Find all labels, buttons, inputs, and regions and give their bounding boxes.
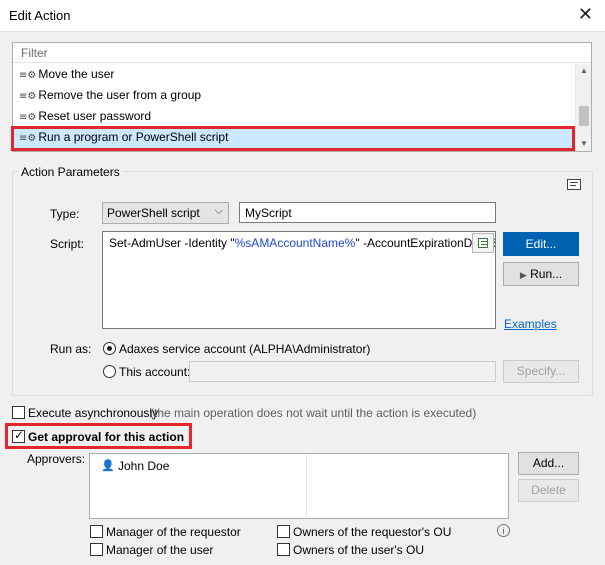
insert-variable-icon[interactable] bbox=[472, 233, 494, 253]
user-icon: 👤 bbox=[101, 459, 115, 472]
manager-requestor-checkbox[interactable] bbox=[90, 525, 103, 538]
list-item[interactable]: ≡⚙ Remove the user from a group bbox=[14, 85, 574, 106]
this-account-radio[interactable] bbox=[103, 365, 116, 378]
add-approver-button[interactable]: Add... bbox=[518, 452, 579, 475]
play-icon: ▶ bbox=[519, 271, 527, 281]
list-item[interactable]: ≡⚙ Reset user password bbox=[14, 106, 574, 127]
title-bar bbox=[0, 0, 605, 32]
window-title: Edit Action bbox=[9, 8, 71, 23]
type-dropdown[interactable]: PowerShell script ⌵ bbox=[102, 202, 229, 224]
specify-button[interactable]: Specify... bbox=[503, 360, 579, 383]
examples-link[interactable]: Examples bbox=[504, 317, 557, 331]
run-as-label: Run as: bbox=[50, 342, 92, 356]
gear-icon: ≡⚙ bbox=[19, 70, 37, 81]
manager-user-label: Manager of the user bbox=[106, 543, 214, 557]
list-scrollbar[interactable]: ▲ ▼ bbox=[575, 64, 591, 151]
manager-requestor-label: Manager of the requestor bbox=[106, 525, 241, 539]
this-account-input[interactable] bbox=[189, 361, 496, 382]
execute-async-label: Execute asynchronously bbox=[28, 406, 159, 420]
service-account-label: Adaxes service account (ALPHA\Administra… bbox=[119, 342, 371, 356]
script-name-input[interactable]: MyScript bbox=[239, 202, 496, 223]
gear-icon: ≡⚙ bbox=[19, 112, 37, 123]
highlight-selected-action bbox=[11, 126, 575, 151]
list-item[interactable]: John Doe bbox=[118, 459, 169, 473]
action-parameters-label: Action Parameters bbox=[18, 165, 123, 179]
execute-async-note: (the main operation does not wait until … bbox=[150, 406, 477, 420]
scroll-up-icon[interactable]: ▲ bbox=[576, 64, 592, 78]
gear-icon: ≡⚙ bbox=[19, 91, 37, 102]
column-divider bbox=[306, 455, 307, 517]
execute-async-checkbox[interactable] bbox=[12, 406, 25, 419]
filter-input[interactable]: Filter bbox=[13, 43, 591, 63]
approvers-label: Approvers: bbox=[27, 452, 86, 466]
chevron-down-icon: ⌵ bbox=[214, 205, 223, 217]
owners-requestor-ou-checkbox[interactable] bbox=[277, 525, 290, 538]
this-account-label: This account: bbox=[119, 365, 191, 379]
type-label: Type: bbox=[50, 207, 80, 221]
manager-user-checkbox[interactable] bbox=[90, 543, 103, 556]
display-mode-icon[interactable] bbox=[567, 179, 581, 190]
owners-user-ou-checkbox[interactable] bbox=[277, 543, 290, 556]
script-label: Script: bbox=[50, 237, 85, 251]
owners-requestor-ou-label: Owners of the requestor's OU bbox=[293, 525, 452, 539]
scroll-down-icon[interactable]: ▼ bbox=[576, 137, 592, 151]
run-button[interactable]: ▶ Run... bbox=[503, 262, 579, 286]
scroll-thumb[interactable] bbox=[579, 106, 589, 126]
owners-user-ou-label: Owners of the user's OU bbox=[293, 543, 425, 557]
edit-button[interactable]: Edit... bbox=[503, 232, 579, 256]
delete-approver-button[interactable]: Delete bbox=[518, 479, 579, 502]
list-item[interactable]: ≡⚙ Move the user bbox=[14, 64, 574, 85]
highlight-approval bbox=[5, 423, 192, 449]
service-account-radio[interactable] bbox=[103, 342, 116, 355]
info-icon[interactable]: i bbox=[497, 524, 510, 537]
close-icon[interactable]: ✕ bbox=[578, 5, 593, 23]
script-editor[interactable]: Set-AdmUser -Identity "%sAMAccountName%"… bbox=[102, 231, 496, 329]
